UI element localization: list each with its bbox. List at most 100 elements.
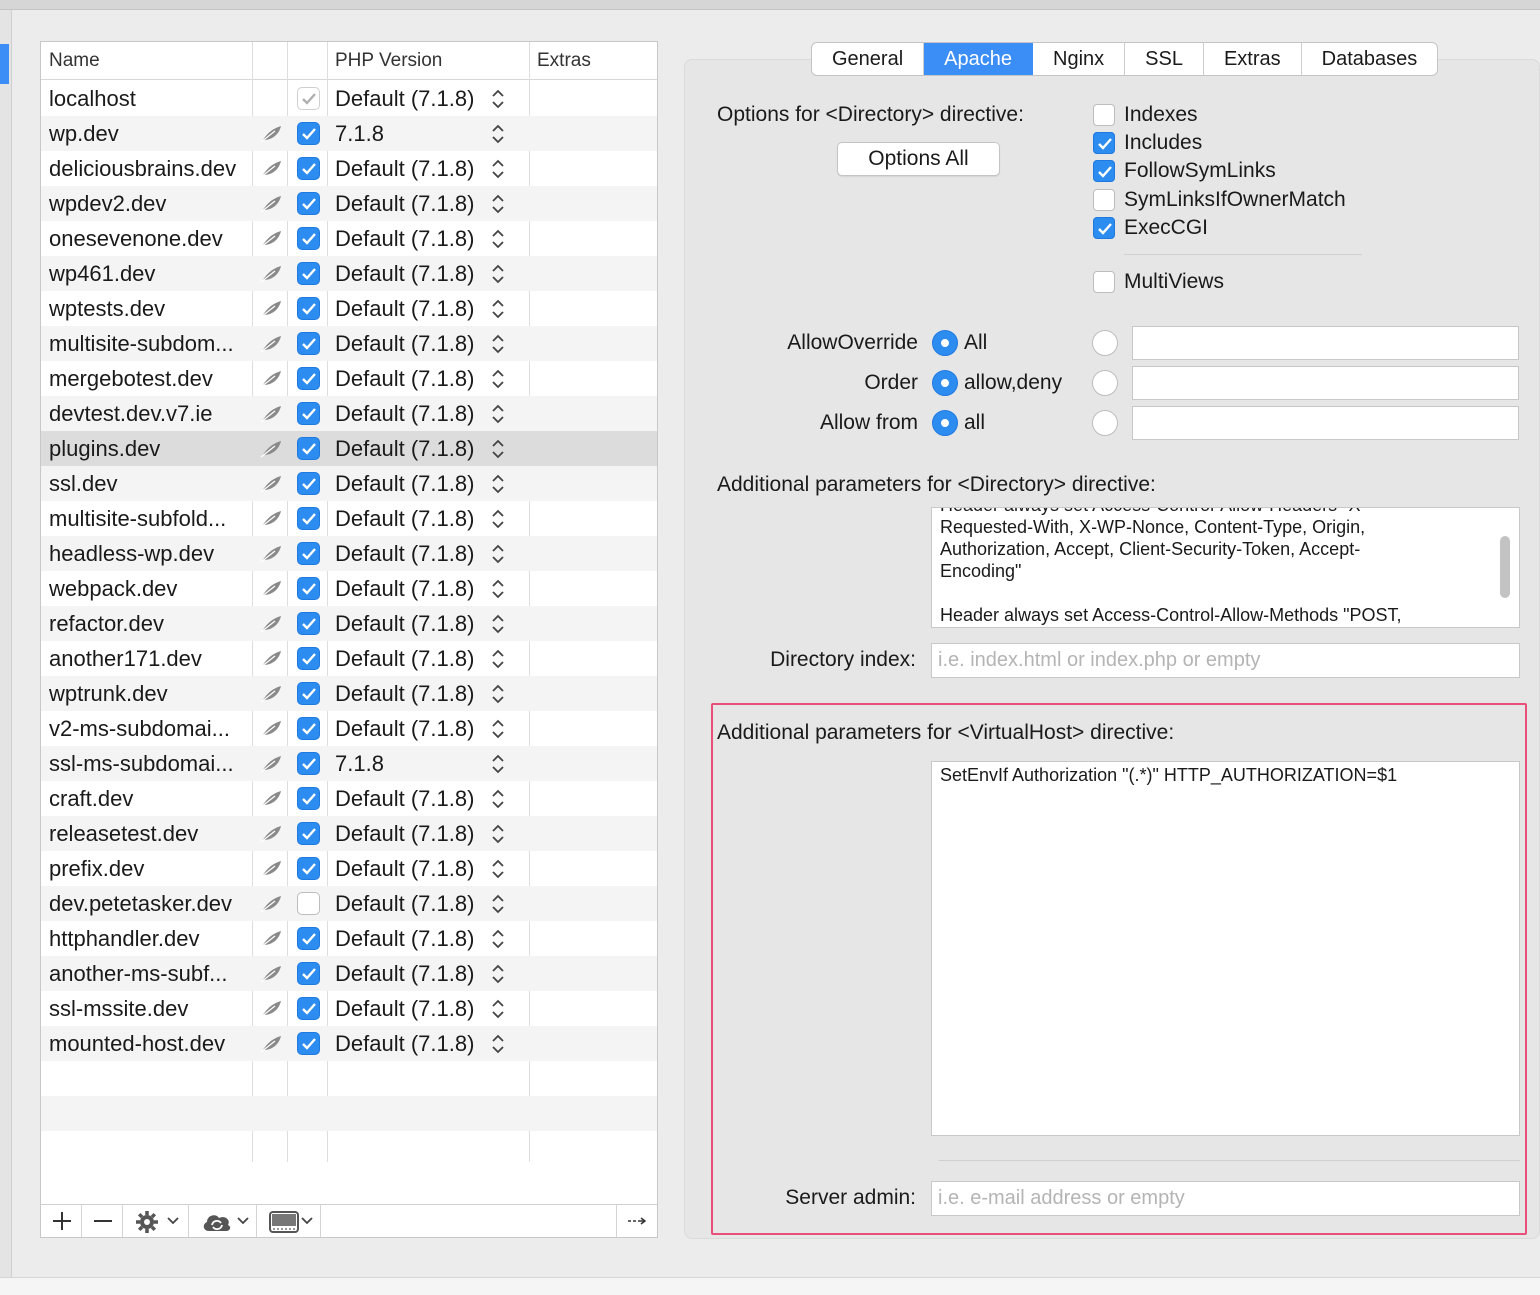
followsymlinks-checkbox[interactable] bbox=[1093, 160, 1115, 182]
multiviews-checkbox[interactable] bbox=[1093, 271, 1115, 293]
remove-site-button[interactable] bbox=[82, 1205, 123, 1237]
table-row[interactable]: wp461.dev Default (7.1.8) bbox=[41, 256, 657, 291]
updown-chevron-icon[interactable] bbox=[491, 158, 505, 180]
table-row[interactable]: ssl.dev Default (7.1.8) bbox=[41, 466, 657, 501]
tab-apache[interactable]: Apache bbox=[924, 43, 1033, 75]
site-enabled-checkbox[interactable] bbox=[297, 192, 320, 215]
site-enabled-checkbox[interactable] bbox=[297, 402, 320, 425]
server-admin-input[interactable]: i.e. e-mail address or empty bbox=[931, 1181, 1520, 1216]
table-row[interactable]: another171.dev Default (7.1.8) bbox=[41, 641, 657, 676]
allowoverride-all-radio[interactable] bbox=[932, 330, 958, 356]
php-version-select[interactable]: Default (7.1.8) bbox=[335, 641, 474, 676]
tab-general[interactable]: General bbox=[812, 43, 925, 75]
php-version-select[interactable]: Default (7.1.8) bbox=[335, 361, 474, 396]
table-row[interactable]: wpdev2.dev Default (7.1.8) bbox=[41, 186, 657, 221]
updown-chevron-icon[interactable] bbox=[491, 88, 505, 110]
updown-chevron-icon[interactable] bbox=[491, 578, 505, 600]
column-header-extras[interactable]: Extras bbox=[529, 42, 591, 80]
table-row[interactable]: devtest.dev.v7.ie Default (7.1.8) bbox=[41, 396, 657, 431]
site-enabled-checkbox[interactable] bbox=[297, 437, 320, 460]
php-version-select[interactable]: Default (7.1.8) bbox=[335, 1026, 474, 1061]
order-custom-input[interactable] bbox=[1132, 366, 1519, 400]
directory-index-input[interactable]: i.e. index.html or index.php or empty bbox=[931, 643, 1520, 678]
php-version-select[interactable]: Default (7.1.8) bbox=[335, 781, 474, 816]
updown-chevron-icon[interactable] bbox=[491, 648, 505, 670]
table-row[interactable]: deliciousbrains.dev Default (7.1.8) bbox=[41, 151, 657, 186]
php-version-select[interactable]: Default (7.1.8) bbox=[335, 991, 474, 1026]
table-row[interactable]: ssl-mssite.dev Default (7.1.8) bbox=[41, 991, 657, 1026]
textarea-scrollbar-thumb[interactable] bbox=[1500, 536, 1510, 598]
site-enabled-checkbox[interactable] bbox=[297, 157, 320, 180]
php-version-select[interactable]: Default (7.1.8) bbox=[335, 711, 474, 746]
includes-checkbox[interactable] bbox=[1093, 132, 1115, 154]
order-custom-radio[interactable] bbox=[1092, 370, 1118, 396]
updown-chevron-icon[interactable] bbox=[491, 228, 505, 250]
php-version-select[interactable]: Default (7.1.8) bbox=[335, 291, 474, 326]
site-enabled-checkbox[interactable] bbox=[297, 962, 320, 985]
allow-from-custom-radio[interactable] bbox=[1092, 410, 1118, 436]
updown-chevron-icon[interactable] bbox=[491, 893, 505, 915]
php-version-select[interactable]: Default (7.1.8) bbox=[335, 536, 474, 571]
updown-chevron-icon[interactable] bbox=[491, 123, 505, 145]
php-version-select[interactable]: Default (7.1.8) bbox=[335, 921, 474, 956]
updown-chevron-icon[interactable] bbox=[491, 473, 505, 495]
virtualhost-textarea[interactable]: SetEnvIf Authorization "(.*)" HTTP_AUTHO… bbox=[931, 761, 1520, 1136]
php-version-select[interactable]: Default (7.1.8) bbox=[335, 186, 474, 221]
additional-directory-textarea[interactable]: Header always set Access-Control-Allow-H… bbox=[931, 507, 1520, 628]
table-row[interactable]: wp.dev 7.1.8 bbox=[41, 116, 657, 151]
updown-chevron-icon[interactable] bbox=[491, 858, 505, 880]
site-enabled-checkbox[interactable] bbox=[297, 507, 320, 530]
site-enabled-checkbox[interactable] bbox=[297, 542, 320, 565]
site-enabled-checkbox[interactable] bbox=[297, 647, 320, 670]
tab-ssl[interactable]: SSL bbox=[1125, 43, 1204, 75]
allow-from-all-radio[interactable] bbox=[932, 410, 958, 436]
tab-databases[interactable]: Databases bbox=[1302, 43, 1438, 75]
php-version-select[interactable]: 7.1.8 bbox=[335, 746, 384, 781]
allowoverride-custom-radio[interactable] bbox=[1092, 330, 1118, 356]
site-enabled-checkbox[interactable] bbox=[297, 87, 320, 110]
updown-chevron-icon[interactable] bbox=[491, 1033, 505, 1055]
php-version-select[interactable]: Default (7.1.8) bbox=[335, 676, 474, 711]
table-row[interactable]: releasetest.dev Default (7.1.8) bbox=[41, 816, 657, 851]
allow-from-custom-input[interactable] bbox=[1132, 406, 1519, 440]
site-enabled-checkbox[interactable] bbox=[297, 682, 320, 705]
updown-chevron-icon[interactable] bbox=[491, 333, 505, 355]
php-version-select[interactable]: Default (7.1.8) bbox=[335, 956, 474, 991]
column-header-php-version[interactable]: PHP Version bbox=[327, 42, 442, 80]
site-enabled-checkbox[interactable] bbox=[297, 857, 320, 880]
site-enabled-checkbox[interactable] bbox=[297, 297, 320, 320]
table-row[interactable]: prefix.dev Default (7.1.8) bbox=[41, 851, 657, 886]
php-version-select[interactable]: Default (7.1.8) bbox=[335, 886, 474, 921]
table-row[interactable]: onesevenone.dev Default (7.1.8) bbox=[41, 221, 657, 256]
updown-chevron-icon[interactable] bbox=[491, 543, 505, 565]
updown-chevron-icon[interactable] bbox=[491, 963, 505, 985]
php-version-select[interactable]: Default (7.1.8) bbox=[335, 221, 474, 256]
sync-menu-button[interactable] bbox=[189, 1205, 257, 1237]
table-row[interactable]: headless-wp.dev Default (7.1.8) bbox=[41, 536, 657, 571]
site-enabled-checkbox[interactable] bbox=[297, 262, 320, 285]
tab-nginx[interactable]: Nginx bbox=[1033, 43, 1126, 75]
allowoverride-custom-input[interactable] bbox=[1132, 326, 1519, 360]
site-enabled-checkbox[interactable] bbox=[297, 227, 320, 250]
order-allow-deny-radio[interactable] bbox=[932, 370, 958, 396]
indexes-checkbox[interactable] bbox=[1093, 104, 1115, 126]
site-enabled-checkbox[interactable] bbox=[297, 927, 320, 950]
table-row[interactable]: multisite-subfold... Default (7.1.8) bbox=[41, 501, 657, 536]
updown-chevron-icon[interactable] bbox=[491, 613, 505, 635]
php-version-select[interactable]: Default (7.1.8) bbox=[335, 256, 474, 291]
updown-chevron-icon[interactable] bbox=[491, 788, 505, 810]
site-enabled-checkbox[interactable] bbox=[297, 892, 320, 915]
table-row[interactable]: dev.petetasker.dev Default (7.1.8) bbox=[41, 886, 657, 921]
site-enabled-checkbox[interactable] bbox=[297, 612, 320, 635]
php-version-select[interactable]: Default (7.1.8) bbox=[335, 501, 474, 536]
php-version-select[interactable]: Default (7.1.8) bbox=[335, 816, 474, 851]
tab-extras[interactable]: Extras bbox=[1204, 43, 1302, 75]
php-version-select[interactable]: Default (7.1.8) bbox=[335, 431, 474, 466]
table-row[interactable]: webpack.dev Default (7.1.8) bbox=[41, 571, 657, 606]
execcgi-checkbox[interactable] bbox=[1093, 217, 1115, 239]
column-header-name[interactable]: Name bbox=[41, 42, 100, 80]
updown-chevron-icon[interactable] bbox=[491, 368, 505, 390]
php-version-select[interactable]: 7.1.8 bbox=[335, 116, 384, 151]
updown-chevron-icon[interactable] bbox=[491, 508, 505, 530]
site-enabled-checkbox[interactable] bbox=[297, 717, 320, 740]
